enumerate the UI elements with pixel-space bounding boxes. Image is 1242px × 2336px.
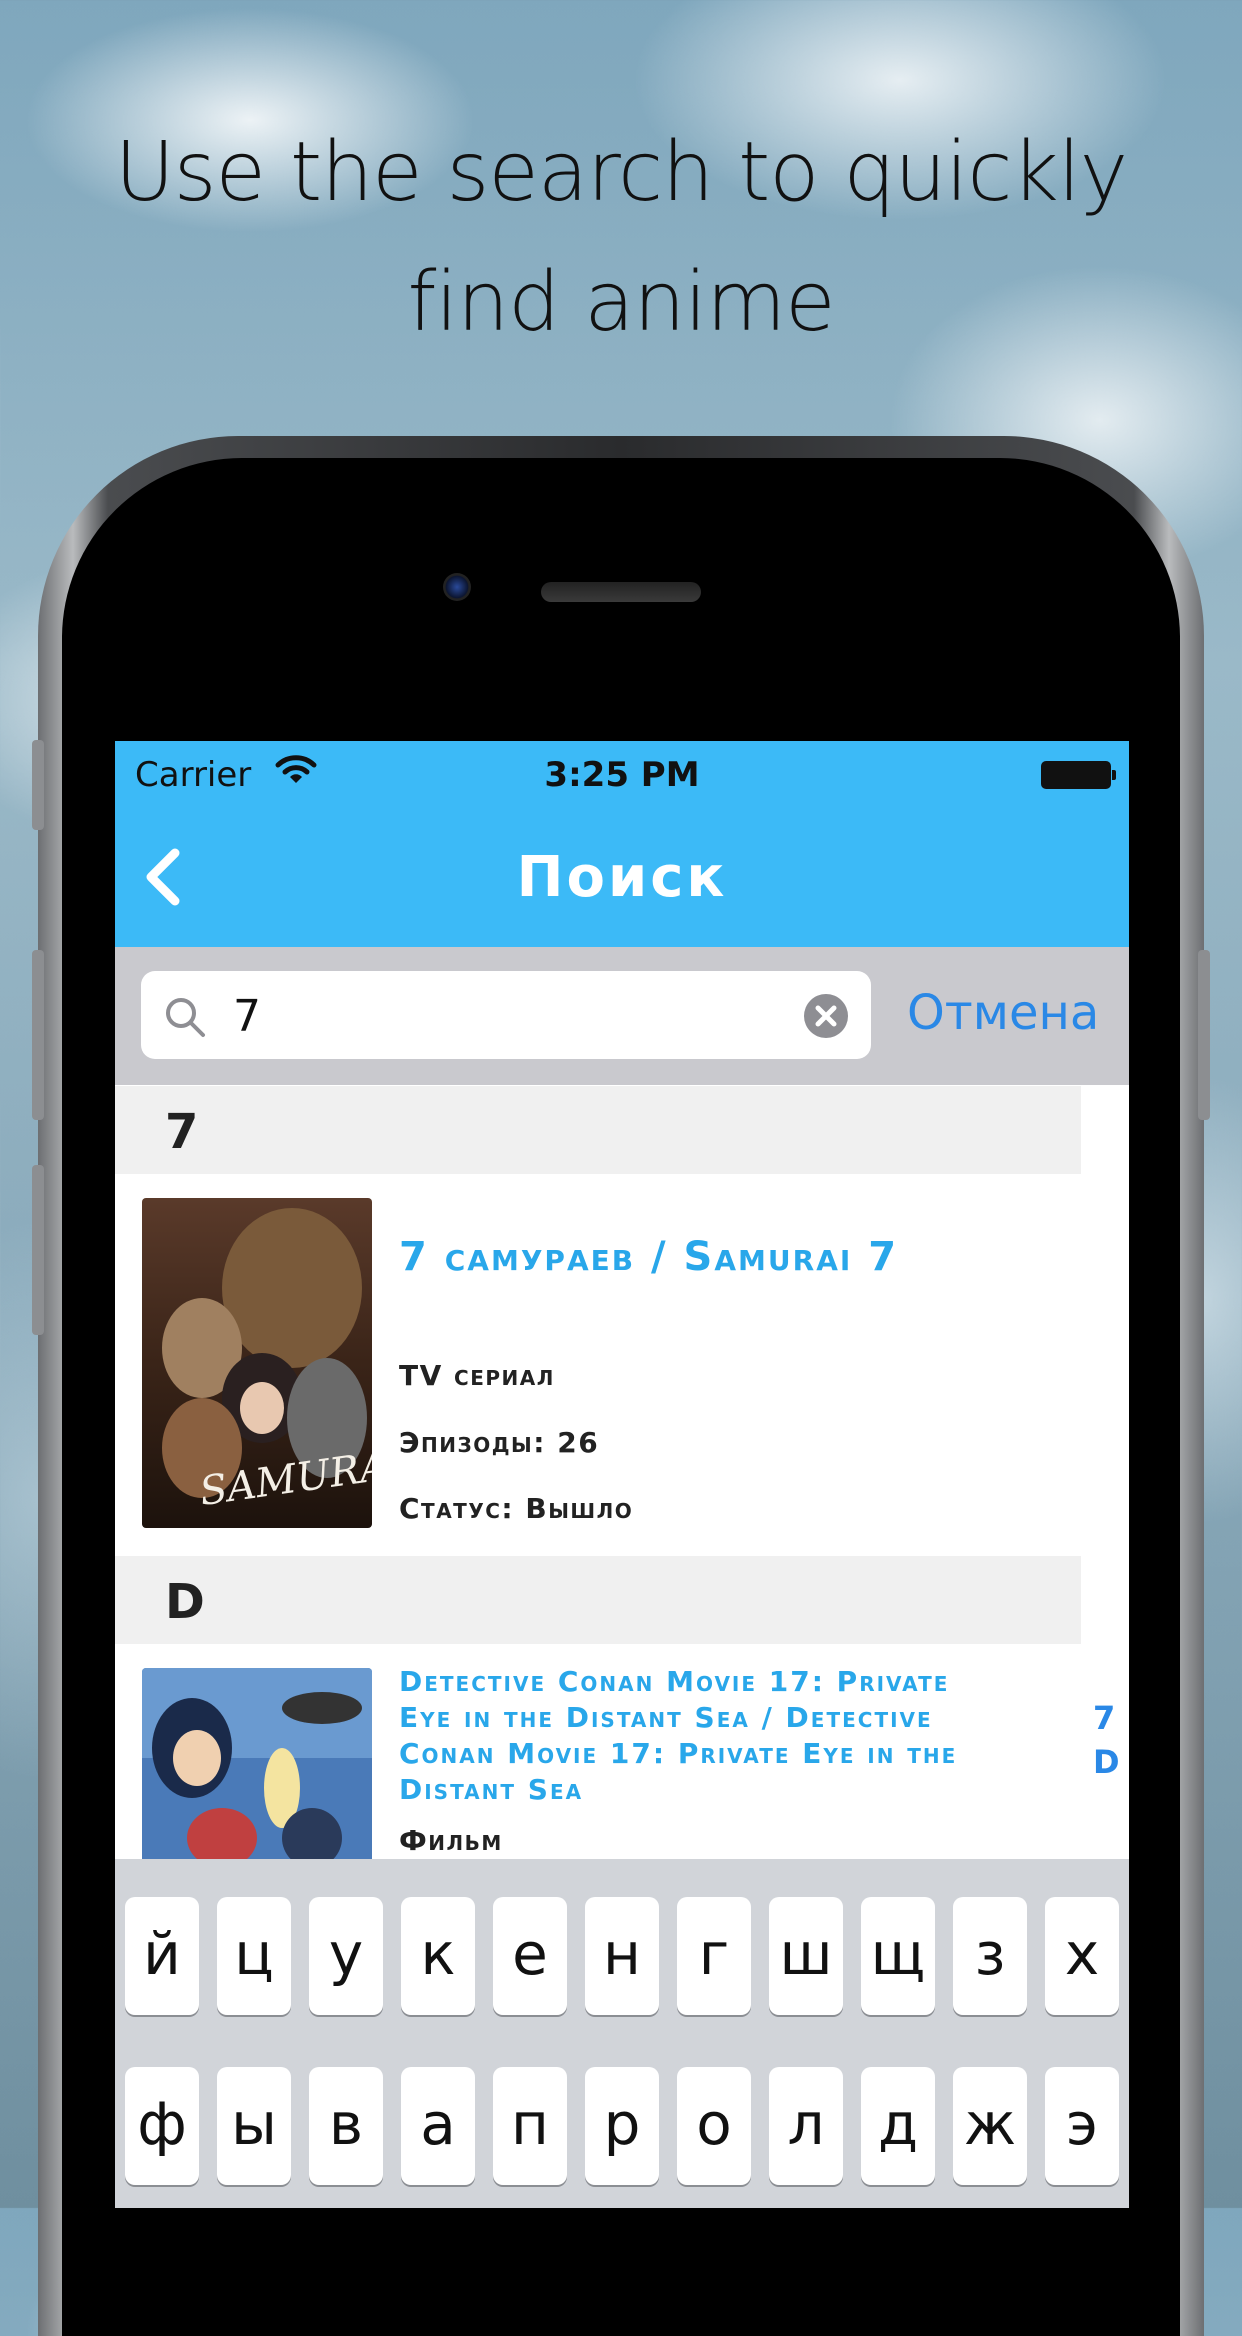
anime-status: Статус: Вышло (399, 1492, 634, 1525)
key[interactable]: о (677, 2067, 751, 2185)
key[interactable]: ф (125, 2067, 199, 2185)
search-input[interactable]: 7 (141, 971, 871, 1059)
status-bar: Carrier 3:25 PM (115, 741, 1129, 807)
clear-icon[interactable] (803, 993, 849, 1039)
section-header-d: D (115, 1556, 1081, 1644)
search-icon (166, 998, 205, 1037)
key[interactable]: л (769, 2067, 843, 2185)
key[interactable]: щ (861, 1897, 935, 2015)
anime-title-line: Distant Sea (399, 1773, 584, 1806)
phone-power-button (1198, 950, 1210, 1120)
key[interactable]: ш (769, 1897, 843, 2015)
anime-cover-image: SAMURAI7 (142, 1198, 372, 1528)
anime-title-line: Conan Movie 17: Private Eye in the (399, 1737, 958, 1770)
anime-title: Detective Conan Movie 17: Private Eye in… (399, 1664, 957, 1808)
key[interactable]: р (585, 2067, 659, 2185)
key[interactable]: й (125, 1897, 199, 2015)
anime-title-line: Eye in the Distant Sea / Detective (399, 1701, 933, 1734)
app-screen: Carrier 3:25 PM Поиск 7 Отмена 7 SAMURAI… (115, 741, 1129, 2208)
phone-volume-down (32, 1165, 44, 1335)
anime-type: TV сериал (399, 1359, 555, 1392)
key[interactable]: д (861, 2067, 935, 2185)
battery-icon (1041, 761, 1116, 789)
anime-type: Фильм (399, 1824, 503, 1857)
promo-headline-line2: find anime (407, 255, 835, 350)
promo-headline: Use the search to quickly find anime (40, 108, 1202, 368)
section-header-label: D (165, 1574, 205, 1630)
section-header-7: 7 (115, 1086, 1081, 1174)
section-index-7[interactable]: 7 (1093, 1699, 1115, 1737)
key[interactable]: х (1045, 1897, 1119, 2015)
key[interactable]: г (677, 1897, 751, 2015)
section-index-d[interactable]: D (1093, 1743, 1120, 1781)
clock: 3:25 PM (544, 755, 700, 795)
list-item-samurai-7[interactable]: SAMURAI7 7 самураев / Samurai 7 TV сериа… (115, 1174, 1081, 1544)
phone-mute-switch (32, 740, 44, 830)
earpiece-speaker (541, 582, 701, 602)
page-title: Поиск (516, 845, 728, 910)
search-query-text: 7 (233, 991, 261, 1042)
keyboard: й ц у к е н г ш щ з х ф ы в а п р о л д … (115, 1859, 1129, 2208)
key[interactable]: у (309, 1897, 383, 2015)
key[interactable]: н (585, 1897, 659, 2015)
anime-episodes: Эпизоды: 26 (399, 1426, 600, 1459)
search-bar: 7 Отмена (115, 947, 1129, 1085)
key[interactable]: е (493, 1897, 567, 2015)
key[interactable]: э (1045, 2067, 1119, 2185)
key[interactable]: ы (217, 2067, 291, 2185)
key[interactable]: ж (953, 2067, 1027, 2185)
front-camera (443, 573, 471, 601)
key[interactable]: а (401, 2067, 475, 2185)
anime-title: 7 самураев / Samurai 7 (399, 1234, 899, 1280)
section-header-label: 7 (165, 1104, 199, 1160)
key[interactable]: з (953, 1897, 1027, 2015)
key[interactable]: к (401, 1897, 475, 2015)
anime-title-line: Detective Conan Movie 17: Private (399, 1665, 950, 1698)
navigation-bar: Поиск (115, 807, 1129, 947)
promo-headline-line1: Use the search to quickly (114, 125, 1128, 220)
key[interactable]: в (309, 2067, 383, 2185)
key[interactable]: п (493, 2067, 567, 2185)
key[interactable]: ц (217, 1897, 291, 2015)
phone-volume-up (32, 950, 44, 1120)
cancel-button[interactable]: Отмена (907, 985, 1099, 1041)
